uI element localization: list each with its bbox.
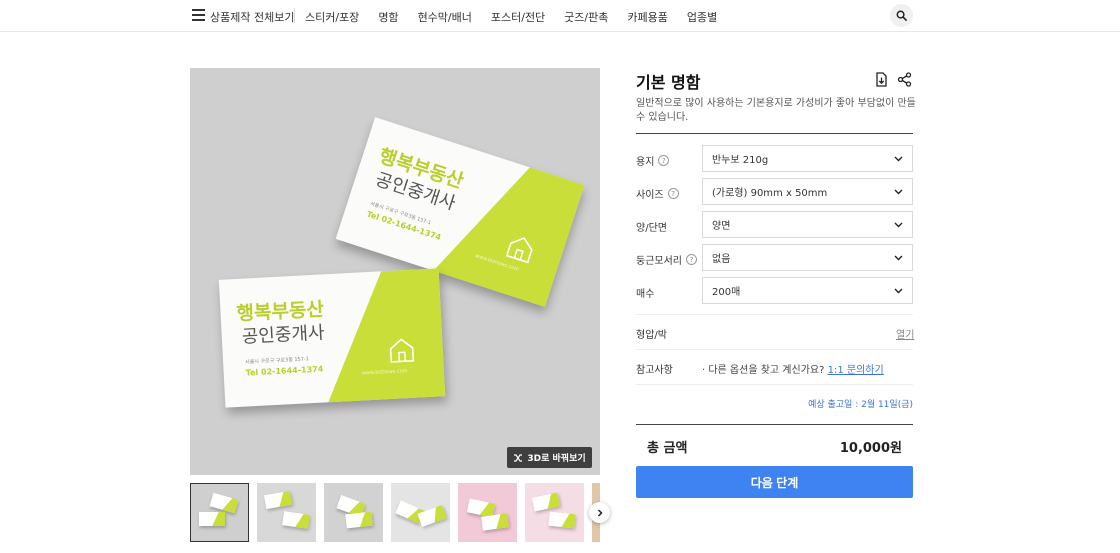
divider <box>636 384 913 385</box>
nav-item-banner[interactable]: 현수막/배너 <box>418 9 472 25</box>
share-icon <box>897 72 912 87</box>
chevron-right-icon <box>597 508 603 517</box>
share-button[interactable] <box>897 72 912 87</box>
help-icon[interactable]: ? <box>686 254 697 265</box>
help-icon[interactable]: ? <box>658 155 670 166</box>
divider <box>636 424 913 425</box>
card-address: 서울시 구로구 구로3동 157-1 <box>245 356 310 366</box>
thumbnail[interactable] <box>190 483 249 542</box>
chevron-down-icon <box>894 288 903 294</box>
nav-item-cafe[interactable]: 카페용품 <box>627 9 667 25</box>
option-label-paper: 용지 ? <box>636 153 670 168</box>
select-paper-value: 반누보 210g <box>712 155 769 166</box>
note-text: · 다른 옵션을 찾고 계신가요? 1:1 문의하기 <box>702 365 884 376</box>
select-rounded-corner[interactable]: 없음 <box>702 244 913 271</box>
thumbnail[interactable] <box>324 483 383 542</box>
select-size-value: (가로형) 90mm x 50mm <box>712 188 828 199</box>
nav-item-business-card[interactable]: 명함 <box>378 9 398 25</box>
select-paper[interactable]: 반누보 210g <box>702 145 913 172</box>
divider <box>636 349 913 350</box>
file-download-icon <box>876 72 887 87</box>
chevron-down-icon <box>894 255 903 261</box>
total-price-value: 10,000원 <box>839 441 902 456</box>
thumbnail[interactable] <box>525 483 584 542</box>
select-sides[interactable]: 양면 <box>702 211 913 238</box>
thumbnail[interactable] <box>391 483 450 542</box>
search-icon <box>896 10 907 21</box>
nav-all-products[interactable]: 상품제작 전체보기 <box>210 9 294 25</box>
card-phone: Tel 02-1644-1374 <box>245 364 324 378</box>
chevron-down-icon <box>894 189 903 195</box>
nav-item-industry[interactable]: 업종별 <box>687 9 717 25</box>
card-company-type: 공인중개사 <box>241 322 326 348</box>
nav-item-poster[interactable]: 포스터/전단 <box>491 9 545 25</box>
thumbnail-next-button[interactable] <box>589 502 610 523</box>
thumbnail-strip <box>190 483 600 543</box>
help-icon[interactable]: ? <box>667 188 679 199</box>
select-quantity-value: 200매 <box>712 287 741 298</box>
thumbnail[interactable] <box>458 483 517 542</box>
house-logo-icon <box>389 338 415 363</box>
option-label-quantity: 매수 <box>636 289 655 300</box>
divider <box>636 133 913 134</box>
product-title: 기본 명함 <box>636 73 701 92</box>
chevron-down-icon <box>894 222 903 228</box>
download-button[interactable] <box>874 72 889 87</box>
select-sides-value: 양면 <box>712 221 731 232</box>
nav-menu: 스티커/포장 명함 현수막/배너 포스터/전단 굿즈/판촉 카페용품 업종별 <box>305 9 717 25</box>
switch-3d-label: 3D로 바꿔보기 <box>527 454 586 464</box>
product-main-image: 행복부동산 공인중개사 서울시 구로구 구로3동 157-1 Tel 02-16… <box>190 68 600 475</box>
foil-label: 형압/박 <box>636 330 667 341</box>
thumbnail[interactable] <box>257 483 316 542</box>
total-price-label: 총 금액 <box>647 441 688 456</box>
option-label-size: 사이즈 ? <box>636 186 679 201</box>
foil-open-toggle[interactable]: 열기 <box>896 326 914 341</box>
select-quantity[interactable]: 200매 <box>702 277 913 304</box>
note-label: 참고사항 <box>636 365 673 376</box>
inquiry-link[interactable]: 1:1 문의하기 <box>828 365 884 376</box>
top-navigation: 상품제작 전체보기 스티커/포장 명함 현수막/배너 포스터/전단 굿즈/판촉 … <box>0 0 1120 32</box>
product-description: 일반적으로 많이 사용하는 기본용지로 가성비가 좋아 부담없이 만들 수 있습… <box>636 98 916 123</box>
search-button[interactable] <box>890 4 913 27</box>
nav-divider <box>294 8 295 23</box>
chevron-down-icon <box>894 156 903 162</box>
shuffle-icon <box>514 453 523 462</box>
next-step-button[interactable]: 다음 단계 <box>636 466 913 498</box>
select-size[interactable]: (가로형) 90mm x 50mm <box>702 178 913 205</box>
estimated-ship-date: 예상 출고일 : 2월 11일(금) <box>808 400 913 410</box>
select-rounded-corner-value: 없음 <box>712 254 731 265</box>
nav-item-goods[interactable]: 굿즈/판촉 <box>564 9 608 25</box>
nav-item-sticker[interactable]: 스티커/포장 <box>305 9 359 25</box>
option-label-rounded-corner: 둥근모서리 ? <box>636 252 697 267</box>
hamburger-menu-icon[interactable] <box>192 9 205 21</box>
divider <box>636 314 913 315</box>
business-card-mockup-front: 행복부동산 공인중개사 서울시 구로구 구로3동 157-1 Tel 02-16… <box>218 268 446 408</box>
option-label-sides: 양/단면 <box>636 223 667 234</box>
switch-3d-button[interactable]: 3D로 바꿔보기 <box>507 447 592 468</box>
